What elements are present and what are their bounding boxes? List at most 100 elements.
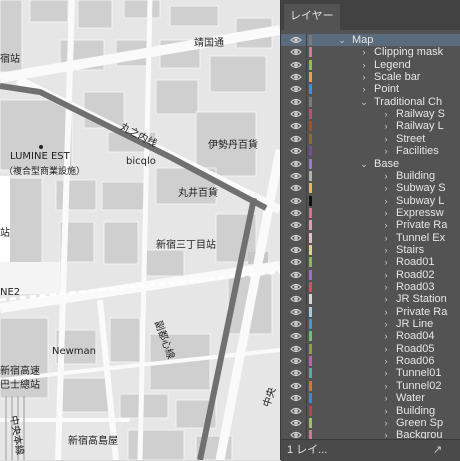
visibility-eye-icon[interactable]	[290, 406, 302, 416]
visibility-eye-icon[interactable]	[290, 282, 302, 292]
layer-row[interactable]: › Backgrou	[281, 429, 460, 439]
visibility-eye-icon[interactable]	[290, 72, 302, 82]
visibility-eye-icon[interactable]	[290, 183, 302, 193]
layer-row[interactable]: › Railway S	[281, 108, 460, 121]
chevron-right-icon[interactable]: ›	[381, 244, 391, 256]
chevron-right-icon[interactable]: ›	[381, 256, 391, 268]
layer-row[interactable]: › Stairs	[281, 243, 460, 256]
chevron-right-icon[interactable]: ›	[381, 417, 391, 429]
visibility-eye-icon[interactable]	[290, 220, 302, 230]
chevron-right-icon[interactable]: ›	[381, 429, 391, 439]
chevron-right-icon[interactable]: ›	[381, 330, 391, 342]
chevron-right-icon[interactable]: ›	[359, 71, 369, 83]
visibility-eye-icon[interactable]	[290, 171, 302, 181]
visibility-eye-icon[interactable]	[290, 294, 302, 304]
chevron-right-icon[interactable]: ›	[381, 318, 391, 330]
layer-row[interactable]: › JR Station	[281, 293, 460, 306]
visibility-eye-icon[interactable]	[290, 319, 302, 329]
visibility-eye-icon[interactable]	[290, 344, 302, 354]
chevron-right-icon[interactable]: ›	[381, 170, 391, 182]
chevron-right-icon[interactable]: ›	[381, 219, 391, 231]
chevron-right-icon[interactable]: ›	[381, 293, 391, 305]
chevron-down-icon[interactable]: ⌄	[337, 34, 347, 46]
visibility-eye-icon[interactable]	[290, 356, 302, 366]
tab-layers[interactable]: レイヤー	[284, 4, 340, 30]
layer-row[interactable]: › JR Line	[281, 318, 460, 331]
chevron-right-icon[interactable]: ›	[359, 46, 369, 58]
visibility-eye-icon[interactable]	[290, 307, 302, 317]
visibility-eye-icon[interactable]	[290, 35, 302, 45]
layer-row[interactable]: › Clipping mask	[281, 46, 460, 59]
layer-row[interactable]: › Green Sp	[281, 416, 460, 429]
chevron-right-icon[interactable]: ›	[381, 306, 391, 318]
chevron-right-icon[interactable]: ›	[381, 343, 391, 355]
chevron-right-icon[interactable]: ›	[381, 195, 391, 207]
layer-row[interactable]: › Tunnel02	[281, 379, 460, 392]
visibility-eye-icon[interactable]	[290, 381, 302, 391]
layer-row[interactable]: › Subway S	[281, 182, 460, 195]
chevron-right-icon[interactable]: ›	[381, 207, 391, 219]
visibility-eye-icon[interactable]	[290, 270, 302, 280]
layer-row[interactable]: › Private Ra	[281, 305, 460, 318]
layer-row[interactable]: › Legend	[281, 58, 460, 71]
chevron-right-icon[interactable]: ›	[381, 120, 391, 132]
visibility-eye-icon[interactable]	[290, 109, 302, 119]
visibility-eye-icon[interactable]	[290, 368, 302, 378]
chevron-right-icon[interactable]: ›	[381, 108, 391, 120]
chevron-down-icon[interactable]: ⌄	[359, 96, 369, 108]
chevron-down-icon[interactable]: ⌄	[359, 158, 369, 170]
chevron-right-icon[interactable]: ›	[381, 367, 391, 379]
visibility-eye-icon[interactable]	[290, 233, 302, 243]
chevron-right-icon[interactable]: ›	[381, 392, 391, 404]
layer-row[interactable]: › Building	[281, 404, 460, 417]
layer-row[interactable]: › Tunnel Ex	[281, 231, 460, 244]
visibility-eye-icon[interactable]	[290, 146, 302, 156]
chevron-right-icon[interactable]: ›	[359, 83, 369, 95]
visibility-eye-icon[interactable]	[290, 121, 302, 131]
visibility-eye-icon[interactable]	[290, 331, 302, 341]
visibility-eye-icon[interactable]	[290, 84, 302, 94]
visibility-eye-icon[interactable]	[290, 257, 302, 267]
chevron-right-icon[interactable]: ›	[381, 281, 391, 293]
chevron-right-icon[interactable]: ›	[381, 380, 391, 392]
visibility-eye-icon[interactable]	[290, 245, 302, 255]
layer-row[interactable]: › Water	[281, 392, 460, 405]
chevron-right-icon[interactable]: ›	[381, 269, 391, 281]
map-canvas[interactable]: 靖国通 宿站 LUMINE EST （複合型商業設施） 丸之内线 伊勢丹百貨 b…	[0, 0, 280, 460]
visibility-eye-icon[interactable]	[290, 430, 302, 439]
layer-row[interactable]: › Tunnel01	[281, 367, 460, 380]
layer-row[interactable]: › Road03	[281, 281, 460, 293]
layer-row[interactable]: › Road02	[281, 268, 460, 281]
visibility-eye-icon[interactable]	[290, 418, 302, 428]
visibility-eye-icon[interactable]	[290, 393, 302, 403]
visibility-eye-icon[interactable]	[290, 208, 302, 218]
visibility-eye-icon[interactable]	[290, 196, 302, 206]
layer-row[interactable]: › Facilities	[281, 145, 460, 158]
chevron-right-icon[interactable]: ›	[381, 405, 391, 417]
layer-row[interactable]: › Road05	[281, 342, 460, 355]
chevron-right-icon[interactable]: ›	[359, 59, 369, 71]
layer-row[interactable]: › Railway L	[281, 120, 460, 133]
chevron-right-icon[interactable]: ›	[381, 133, 391, 145]
layer-row[interactable]: › Scale bar	[281, 71, 460, 84]
layer-row[interactable]: › Road01	[281, 256, 460, 269]
visibility-eye-icon[interactable]	[290, 60, 302, 70]
chevron-right-icon[interactable]: ›	[381, 232, 391, 244]
visibility-eye-icon[interactable]	[290, 47, 302, 57]
layer-row[interactable]: › Expressw	[281, 206, 460, 219]
layer-list[interactable]: ⌄ Map › Clipping mask › Legend › Scale bar › Poin…	[281, 31, 460, 439]
layer-row[interactable]: › Building	[281, 169, 460, 182]
layer-row[interactable]: ⌄ Traditional Ch	[281, 95, 460, 108]
layer-row[interactable]: › Street	[281, 132, 460, 145]
visibility-eye-icon[interactable]	[290, 97, 302, 107]
chevron-right-icon[interactable]: ›	[381, 355, 391, 367]
layer-row[interactable]: › Private Ra	[281, 219, 460, 232]
layer-row[interactable]: › Road06	[281, 355, 460, 368]
layer-row[interactable]: ⌄ Base	[281, 157, 460, 170]
chevron-right-icon[interactable]: ›	[381, 182, 391, 194]
layer-row[interactable]: ⌄ Map	[281, 34, 460, 46]
chevron-right-icon[interactable]: ›	[381, 145, 391, 157]
new-layer-icon[interactable]: ↗	[433, 440, 442, 461]
layer-row[interactable]: › Road04	[281, 330, 460, 343]
layer-row[interactable]: › Point	[281, 83, 460, 96]
